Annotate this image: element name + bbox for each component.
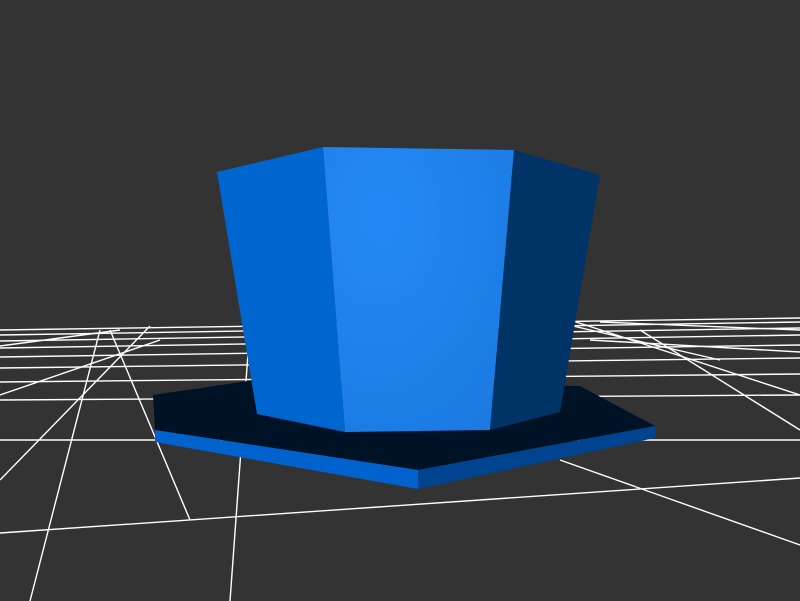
3d-scene[interactable] xyxy=(0,0,800,601)
prism-front-face xyxy=(323,147,514,432)
hexagonal-prism-body[interactable] xyxy=(217,147,600,432)
3d-viewport[interactable] xyxy=(0,0,800,601)
